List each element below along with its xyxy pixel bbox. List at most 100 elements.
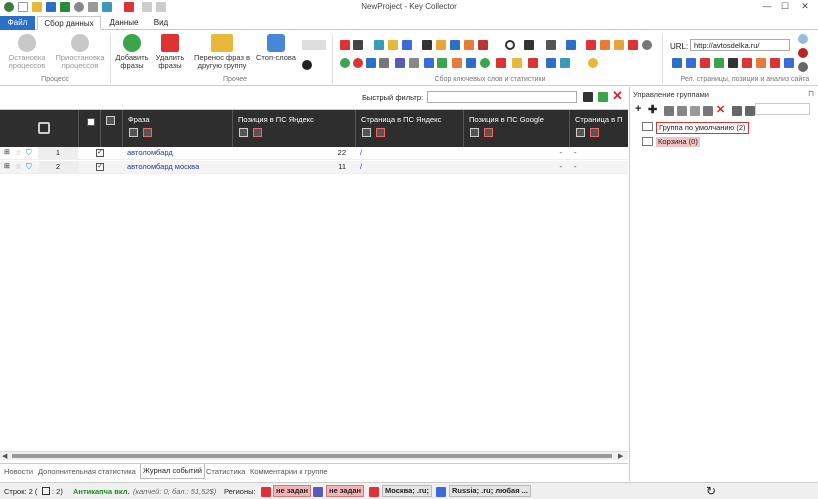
delete-group-icon[interactable]: ✕	[716, 103, 725, 116]
vk-small-icon[interactable]	[672, 58, 682, 68]
trend-icon[interactable]	[464, 40, 474, 50]
page-yandex-cell[interactable]: /	[360, 147, 362, 160]
stop-process-button[interactable]: Остановка процессов	[2, 34, 52, 70]
ya-icon[interactable]	[742, 58, 752, 68]
col-header-page-yandex[interactable]: Страница в ПС Яндекс	[355, 110, 463, 147]
hand-icon[interactable]	[614, 40, 624, 50]
phrase-cell[interactable]: автоломбард москва	[127, 161, 199, 174]
expand-icon[interactable]: ⊞	[4, 147, 10, 160]
wordstat-icon[interactable]	[628, 40, 638, 50]
sun-icon[interactable]	[436, 40, 446, 50]
mail-icon[interactable]	[586, 40, 596, 50]
tab-file[interactable]: Файл	[0, 16, 35, 30]
bulb-icon[interactable]	[798, 34, 808, 44]
tab-event-log[interactable]: Журнал событий	[140, 464, 205, 479]
tab-group-comments[interactable]: Комментарии к группе	[250, 467, 328, 476]
ya2-icon[interactable]	[770, 58, 780, 68]
pause-process-button[interactable]: Приостановка процессов	[54, 34, 106, 70]
region-wordstat-badge[interactable]: не задан	[326, 485, 365, 497]
group-search-input[interactable]	[755, 103, 810, 115]
coin-icon[interactable]	[588, 58, 598, 68]
clear-filter-icon[interactable]	[143, 128, 152, 137]
scroll-left-arrow[interactable]: ◀	[2, 452, 7, 460]
google-icon[interactable]	[424, 58, 434, 68]
eye-icon[interactable]	[728, 58, 738, 68]
keyword-icon[interactable]	[478, 40, 488, 50]
expand-icon[interactable]: ⊞	[4, 161, 10, 174]
bing-icon[interactable]	[524, 40, 534, 50]
stats-icon[interactable]	[340, 40, 350, 50]
dollar-icon[interactable]	[600, 40, 610, 50]
link-icon[interactable]	[302, 40, 326, 50]
maximize-button[interactable]: ☐	[778, 1, 792, 12]
stopwords-button[interactable]: Стоп-слова	[254, 34, 298, 62]
circle-red-icon[interactable]	[353, 58, 363, 68]
phrase-cell[interactable]: автоломбард	[127, 147, 173, 160]
move-phrases-button[interactable]: Перенос фраз в другую группу	[191, 34, 253, 70]
region-yandex-badge[interactable]: Москва; .ru;	[382, 485, 433, 497]
horizontal-scrollbar[interactable]: ◀ ▶	[0, 451, 628, 460]
delete-phrases-button[interactable]: Удалить фразы	[152, 34, 188, 70]
graph-icon[interactable]	[409, 58, 419, 68]
search-icon[interactable]	[505, 40, 515, 50]
table-row[interactable]: ⊞ ☆ ⛉ 1 ✓ автоломбард 22 / - -	[0, 147, 628, 160]
mail-red-icon[interactable]	[528, 58, 538, 68]
row-checkbox[interactable]: ✓	[96, 149, 104, 157]
liveinternet-icon[interactable]	[422, 40, 432, 50]
group-tool-icon[interactable]	[745, 106, 755, 116]
clear-filter-icon[interactable]	[253, 128, 262, 137]
filter-icon[interactable]	[129, 128, 138, 137]
yandex-direct-icon[interactable]	[353, 40, 363, 50]
filter-apply-icon[interactable]	[583, 92, 593, 102]
leaf-small-icon[interactable]	[714, 58, 724, 68]
page-yandex-cell[interactable]: /	[360, 161, 362, 174]
header-tool-icon[interactable]	[106, 116, 115, 125]
group-tool-icon[interactable]	[664, 106, 674, 116]
blue-icon[interactable]	[546, 58, 556, 68]
contrast-icon[interactable]	[302, 60, 312, 70]
table-row[interactable]: ⊞ ☆ ⛉ 2 ✓ автоломбард москва 11 / - -	[0, 161, 628, 174]
table-icon[interactable]	[512, 58, 522, 68]
filter-input[interactable]	[427, 91, 577, 103]
region-direct-badge[interactable]: не задан	[273, 485, 312, 497]
filter-icon[interactable]	[362, 128, 371, 137]
close-button[interactable]: ✕	[798, 1, 812, 12]
tab-view[interactable]: Вид	[146, 16, 176, 30]
group-tool-icon[interactable]	[732, 106, 742, 116]
pin-icon[interactable]: ⊓	[808, 89, 814, 98]
scroll-thumb[interactable]	[12, 454, 612, 458]
filter-clear-icon[interactable]: ✕	[612, 88, 623, 104]
rambler-icon[interactable]	[402, 40, 412, 50]
chart-small-icon[interactable]	[756, 58, 766, 68]
direct-icon[interactable]	[395, 58, 405, 68]
red-square-icon[interactable]	[496, 58, 506, 68]
clear-filter-icon[interactable]	[590, 128, 599, 137]
cherry-icon[interactable]	[798, 48, 808, 58]
tab-collect[interactable]: Сбор данных	[37, 16, 101, 30]
columns-settings-icon[interactable]	[38, 122, 50, 134]
col-header-pos-yandex[interactable]: Позиция в ПС Яндекс	[232, 110, 355, 147]
glasses-icon[interactable]	[546, 40, 556, 50]
leaf-icon[interactable]	[437, 58, 447, 68]
google-small-icon[interactable]	[686, 58, 696, 68]
region-google-badge[interactable]: Russia; .ru; любая ...	[449, 485, 531, 497]
vk-icon[interactable]	[566, 40, 576, 50]
gear-icon[interactable]	[642, 40, 652, 50]
tab-extra-stats[interactable]: Дополнительная статистика	[38, 467, 136, 476]
rambler-blue-icon[interactable]	[366, 58, 376, 68]
col-header-page-google[interactable]: Страница в П	[569, 110, 628, 147]
add-group-icon[interactable]: +	[635, 103, 641, 115]
row-checkbox[interactable]: ✓	[96, 163, 104, 171]
col-header-phrase[interactable]: Фраза	[122, 110, 232, 147]
google-ads-icon[interactable]	[374, 40, 384, 50]
filter-icon[interactable]	[239, 128, 248, 137]
header-checkbox[interactable]: ✓	[87, 118, 95, 126]
hand-orange-icon[interactable]	[452, 58, 462, 68]
yandex-small-icon[interactable]	[700, 58, 710, 68]
clear-filter-icon[interactable]	[376, 128, 385, 137]
colors-icon[interactable]	[388, 40, 398, 50]
filter-icon[interactable]	[470, 128, 479, 137]
minimize-button[interactable]: —	[760, 1, 774, 11]
scroll-right-arrow[interactable]: ▶	[618, 452, 623, 460]
group-tool-icon[interactable]	[677, 106, 687, 116]
